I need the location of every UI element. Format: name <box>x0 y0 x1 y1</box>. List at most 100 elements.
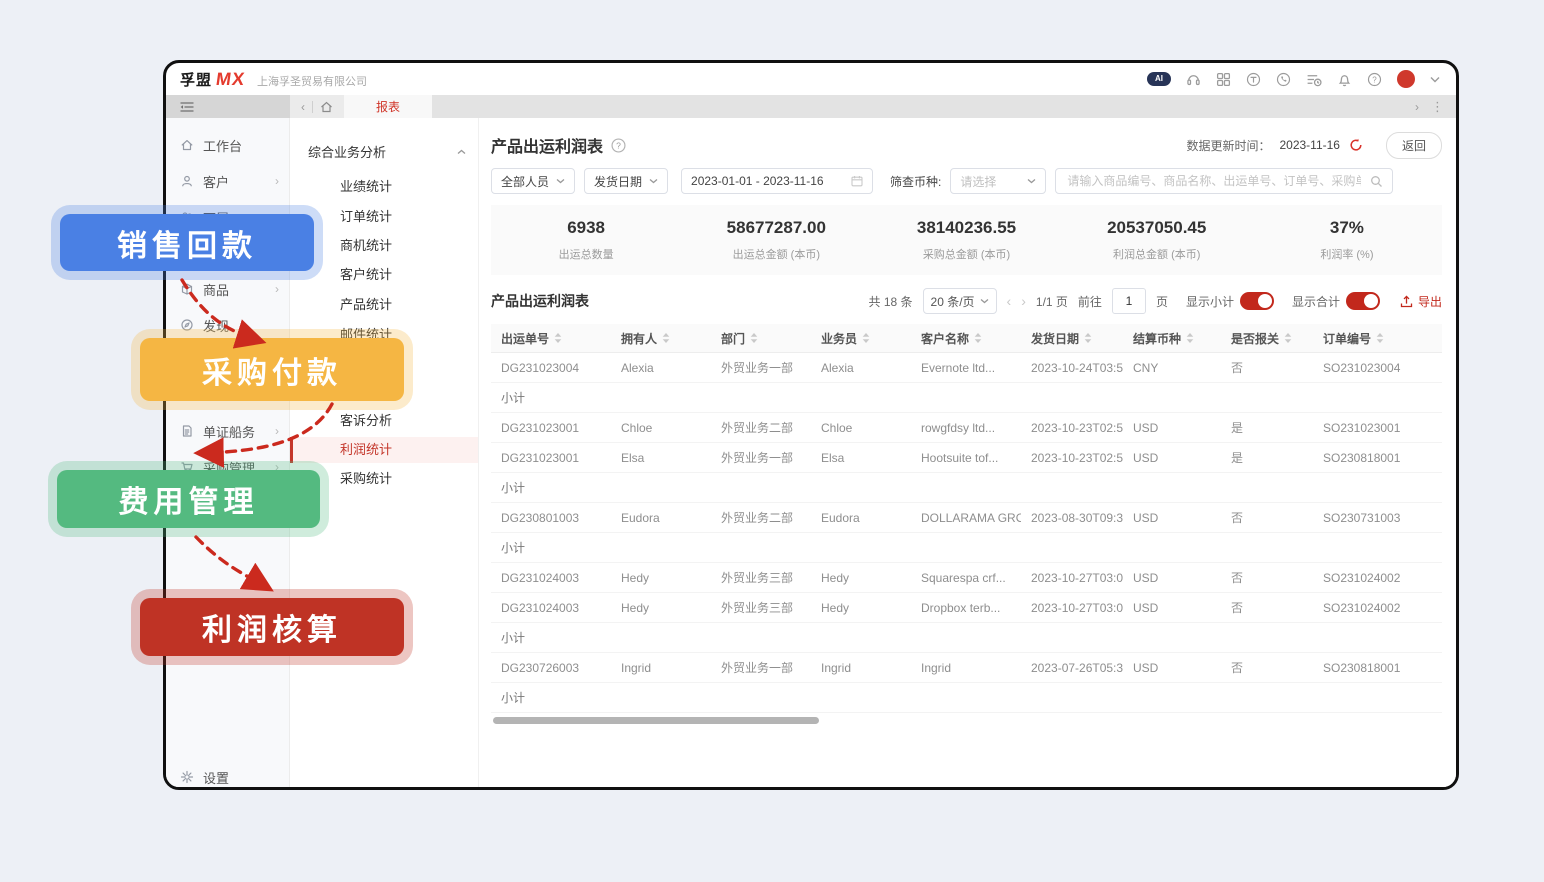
subtotal-row[interactable]: 小计 <box>491 623 1442 653</box>
horizontal-scrollbar <box>491 716 1442 725</box>
submenu-item-0[interactable]: 业绩统计 <box>290 174 478 200</box>
cell: 外贸业务一部 <box>711 449 811 466</box>
submenu-item-3[interactable]: 客户统计 <box>290 262 478 288</box>
submenu-item-1[interactable]: 订单统计 <box>290 204 478 230</box>
column-header-1[interactable]: 拥有人 <box>611 330 711 347</box>
subtotal-row[interactable]: 小计 <box>491 383 1442 413</box>
cell: 小计 <box>491 539 611 556</box>
help-icon[interactable]: ? <box>1367 72 1382 87</box>
cell: Hedy <box>611 601 711 615</box>
subtotal-row[interactable]: 小计 <box>491 683 1442 713</box>
table-row[interactable]: DG231024003Hedy外贸业务三部HedyDropbox terb...… <box>491 593 1442 623</box>
sidebar-item-5[interactable]: 单证船务› <box>180 420 285 442</box>
history-list-icon[interactable] <box>1306 72 1322 87</box>
tab-back-icon[interactable]: ‹ <box>301 100 305 114</box>
notification-bell-icon[interactable] <box>1337 72 1352 87</box>
column-header-7[interactable]: 是否报关 <box>1221 330 1313 347</box>
home-tab-icon[interactable] <box>320 101 333 113</box>
table-row[interactable]: DG230801003Eudora外贸业务二部EudoraDOLLARAMA G… <box>491 503 1442 533</box>
cell: SO231023001 <box>1313 421 1442 435</box>
cell: Chloe <box>611 421 711 435</box>
stat-3: 20537050.45利润总金额 (本币) <box>1062 205 1252 275</box>
cell: SO230818001 <box>1313 451 1442 465</box>
date-type-select[interactable]: 发货日期 <box>584 168 668 194</box>
sidebar-item-1[interactable]: 客户› <box>180 170 285 192</box>
column-header-3[interactable]: 业务员 <box>811 330 911 347</box>
table-row[interactable]: DG231023001Chloe外贸业务二部Chloerowgfdsy ltd.… <box>491 413 1442 443</box>
currency-select[interactable]: 请选择 <box>950 168 1046 194</box>
next-page-icon[interactable]: › <box>1021 293 1026 309</box>
people-filter-select[interactable]: 全部人员 <box>491 168 575 194</box>
submenu-item-2[interactable]: 商机统计 <box>290 233 478 259</box>
chevron-down-icon <box>556 178 565 184</box>
cell: 2023-10-23T02:51:... <box>1021 421 1123 435</box>
sort-icon <box>1084 333 1092 343</box>
show-total-toggle[interactable] <box>1346 292 1380 310</box>
export-button[interactable]: 导出 <box>1400 293 1442 310</box>
sidebar-item-4[interactable]: 发现 <box>180 314 285 336</box>
submenu-item-4[interactable]: 产品统计 <box>290 292 478 318</box>
sidebar-collapse-icon[interactable] <box>179 101 195 113</box>
tab-forward-icon[interactable]: › <box>1415 100 1419 114</box>
compass-icon <box>180 318 194 332</box>
cell: 外贸业务一部 <box>711 659 811 676</box>
box-icon <box>180 282 194 296</box>
subtotal-row[interactable]: 小计 <box>491 473 1442 503</box>
column-header-4[interactable]: 客户名称 <box>911 330 1021 347</box>
table-row[interactable]: DG230726003Ingrid外贸业务一部IngridIngrid2023-… <box>491 653 1442 683</box>
table-row[interactable]: DG231023001Elsa外贸业务一部ElsaHootsuite tof..… <box>491 443 1442 473</box>
cell: Chloe <box>811 421 911 435</box>
user-avatar[interactable] <box>1397 70 1415 88</box>
tab-more-icon[interactable]: ⋮ <box>1431 99 1444 115</box>
apps-grid-icon[interactable] <box>1216 72 1231 87</box>
cell: Eudora <box>811 511 911 525</box>
translate-icon[interactable] <box>1246 72 1261 87</box>
help-circle-icon[interactable]: ? <box>611 138 626 153</box>
show-subtotal-toggle[interactable] <box>1240 292 1274 310</box>
sidebar-item-settings[interactable]: 设置 <box>180 766 285 788</box>
horizontal-scrollbar-thumb[interactable] <box>493 717 819 724</box>
headset-icon[interactable] <box>1186 72 1201 87</box>
column-header-2[interactable]: 部门 <box>711 330 811 347</box>
back-button[interactable]: 返回 <box>1386 132 1442 159</box>
column-header-5[interactable]: 发货日期 <box>1021 330 1123 347</box>
cell: 2023-10-24T03:56:... <box>1021 361 1123 375</box>
submenu-item-7[interactable]: 利润统计 <box>290 437 478 463</box>
sidebar-item-3[interactable]: 商品› <box>180 278 285 300</box>
date-range-picker[interactable]: 2023-01-01 - 2023-11-16 <box>681 168 873 194</box>
annotation-purchase-payment: 采购付款 <box>140 338 404 401</box>
phone-icon[interactable] <box>1276 72 1291 87</box>
goto-unit: 页 <box>1156 293 1168 310</box>
search-icon[interactable] <box>1370 175 1383 188</box>
goto-page-input[interactable] <box>1112 288 1146 314</box>
report-submenu: 综合业务分析 业绩统计订单统计商机统计客户统计产品统计邮件统计客诉分析利润统计采… <box>290 118 479 787</box>
column-header-0[interactable]: 出运单号 <box>491 330 611 347</box>
column-header-8[interactable]: 订单编号 <box>1313 330 1442 347</box>
prev-page-icon[interactable]: ‹ <box>1007 293 1012 309</box>
calendar-icon <box>851 175 863 187</box>
sidebar-item-0[interactable]: 工作台 <box>180 134 285 156</box>
cell: DOLLARAMA GRO... <box>911 511 1021 525</box>
cell: 外贸业务二部 <box>711 509 811 526</box>
page-size-select[interactable]: 20 条/页 <box>923 288 997 314</box>
table-row[interactable]: DG231023004Alexia外贸业务一部AlexiaEvernote lt… <box>491 353 1442 383</box>
column-header-6[interactable]: 结算币种 <box>1123 330 1221 347</box>
total-count: 共 18 条 <box>868 293 912 310</box>
search-input[interactable] <box>1065 173 1363 189</box>
refresh-icon[interactable] <box>1349 138 1363 152</box>
submenu-group-header[interactable]: 综合业务分析 <box>308 142 466 161</box>
sort-icon <box>1284 333 1292 343</box>
table-header-row: 出运单号拥有人部门业务员客户名称发货日期结算币种是否报关订单编号 <box>491 324 1442 353</box>
chevron-down-icon <box>980 298 989 304</box>
table-row[interactable]: DG231024003Hedy外贸业务三部HedySquarespa crf..… <box>491 563 1442 593</box>
ai-assistant-icon[interactable]: AI <box>1147 72 1171 86</box>
tab-reports[interactable]: 报表 <box>344 95 432 118</box>
cell: USD <box>1123 511 1221 525</box>
chevron-down-icon[interactable] <box>1430 76 1440 83</box>
subtotal-row[interactable]: 小计 <box>491 533 1442 563</box>
submenu-item-6[interactable]: 客诉分析 <box>290 408 478 434</box>
cell: 2023-10-23T02:51:... <box>1021 451 1123 465</box>
cell: SO230731003 <box>1313 511 1442 525</box>
logo-text: 孚盟 <box>180 69 212 90</box>
cell: Hootsuite tof... <box>911 451 1021 465</box>
